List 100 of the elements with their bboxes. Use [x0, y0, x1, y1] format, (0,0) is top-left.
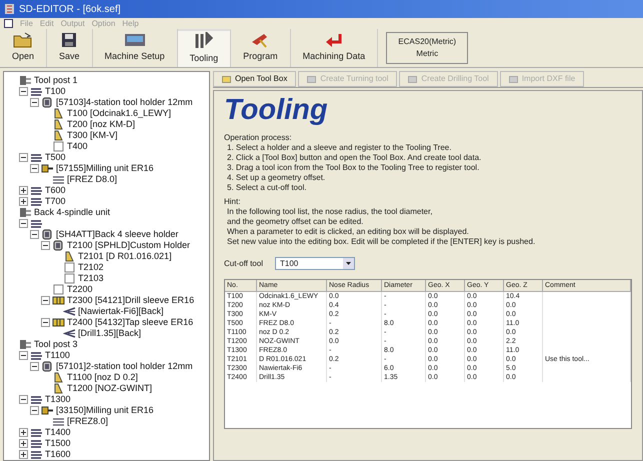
- section-title: Operation process:: [224, 133, 293, 143]
- collapse-toggle[interactable]: [41, 296, 50, 305]
- tree-item[interactable]: T500: [45, 152, 66, 163]
- toolbar-button[interactable]: Machining Data: [290, 29, 378, 67]
- expand-toggle[interactable]: [19, 450, 28, 459]
- collapse-toggle[interactable]: [41, 318, 50, 327]
- station-icon: [30, 449, 43, 460]
- expand-toggle[interactable]: [19, 439, 28, 448]
- tree-item[interactable]: Back 4-spindle unit: [34, 207, 110, 218]
- expand-toggle[interactable]: [19, 428, 28, 437]
- turning-tool-icon: [63, 251, 76, 262]
- machine-units: Metric: [416, 48, 438, 60]
- tree-item[interactable]: T100: [45, 86, 66, 97]
- sleeve-icon: [52, 317, 65, 328]
- station-icon: [30, 152, 43, 163]
- tree-item[interactable]: T2400 [54132]Tap sleeve ER16: [67, 317, 194, 328]
- minus-icon: [43, 320, 48, 325]
- turning-tool-icon: [52, 119, 65, 130]
- tree-item[interactable]: [SH4ATT]Back 4 sleeve holder: [56, 229, 178, 240]
- plus-icon: [21, 188, 26, 193]
- empty-slot-icon: [63, 273, 76, 284]
- tree-item[interactable]: T2300 [54121]Drill sleeve ER16: [67, 295, 194, 306]
- tree-item[interactable]: T400: [67, 141, 88, 152]
- collapse-toggle[interactable]: [41, 241, 50, 250]
- drill-icon: [63, 328, 76, 339]
- tree-item[interactable]: Tool post 1: [34, 75, 78, 86]
- tree-item[interactable]: [57103]4-station tool holder 12mm: [56, 97, 193, 108]
- tree-item[interactable]: T1300: [45, 394, 71, 405]
- tree-item[interactable]: T1200 [NOZ-GWINT]: [67, 383, 152, 394]
- tree-item[interactable]: T2102: [78, 262, 104, 273]
- tree-item[interactable]: T2200: [67, 284, 93, 295]
- end-mill-icon: [52, 174, 65, 185]
- minus-icon: [21, 89, 26, 94]
- tree-item[interactable]: [Nawiertak-Fi6][Back]: [78, 306, 164, 317]
- tree-item[interactable]: T2103: [78, 273, 104, 284]
- tool-button[interactable]: Open Tool Box: [213, 71, 296, 87]
- end-mill-icon: [52, 416, 65, 427]
- plus-icon: [21, 452, 26, 457]
- plus-icon: [21, 441, 26, 446]
- tree-item[interactable]: T600: [45, 185, 66, 196]
- collapse-toggle[interactable]: [19, 153, 28, 162]
- collapse-toggle[interactable]: [30, 362, 39, 371]
- tree-item[interactable]: T300 [KM-V]: [67, 130, 118, 141]
- tree-item[interactable]: [33150]Milling unit ER16: [56, 405, 154, 416]
- hint-text: In the following tool list, the nose radius, the tool diameter,: [226, 207, 434, 217]
- toolbar-button[interactable]: Machine Setup: [92, 29, 178, 67]
- folder-icon: [13, 32, 34, 48]
- cutoff-dropdown[interactable]: T100: [274, 257, 355, 270]
- collapse-toggle[interactable]: [19, 351, 28, 360]
- holder-icon: [41, 97, 54, 108]
- toolbar-button[interactable]: Tooling: [178, 29, 232, 67]
- collapse-toggle[interactable]: [19, 395, 28, 404]
- collapse-toggle[interactable]: [19, 219, 28, 228]
- tree-item[interactable]: [FREZ8.0]: [67, 416, 108, 427]
- tree-item[interactable]: [Drill1.35][Back]: [78, 328, 142, 339]
- tree-item[interactable]: T1400: [45, 427, 71, 438]
- milling-unit-icon: [41, 163, 54, 174]
- step-text: 5. Select a cut-off tool.: [226, 183, 308, 193]
- station-icon: [30, 427, 43, 438]
- tree-item[interactable]: Tool post 3: [34, 339, 78, 350]
- collapse-toggle[interactable]: [30, 164, 39, 173]
- tree-item[interactable]: T1600: [45, 449, 71, 460]
- toolbar-button[interactable]: Open: [0, 29, 48, 67]
- minus-icon: [43, 243, 48, 248]
- collapse-toggle[interactable]: [30, 230, 39, 239]
- turning-tool-icon: [52, 372, 65, 383]
- tree-item[interactable]: T1500: [45, 438, 71, 449]
- station-icon: [30, 438, 43, 449]
- tree-item[interactable]: [57155]Milling unit ER16: [56, 163, 154, 174]
- station-icon: [30, 394, 43, 405]
- tree-item[interactable]: [57101]2-station tool holder 12mm: [56, 361, 193, 372]
- collapse-toggle[interactable]: [30, 406, 39, 415]
- tree-item[interactable]: T2101 [D R01.016.021]: [78, 251, 172, 262]
- tree-item[interactable]: T1100 [noz D 0.2]: [67, 372, 138, 383]
- collapse-toggle[interactable]: [19, 87, 28, 96]
- tree-item[interactable]: T1100: [45, 350, 70, 361]
- minus-icon: [32, 232, 37, 237]
- tree-item[interactable]: [FREZ D8.0]: [67, 174, 118, 185]
- minus-icon: [21, 353, 26, 358]
- toolbar-button[interactable]: Save: [47, 29, 93, 67]
- minus-icon: [32, 364, 37, 369]
- collapse-toggle[interactable]: [30, 98, 39, 107]
- station-icon: [30, 350, 43, 361]
- field-label: Cut-off tool: [224, 258, 263, 270]
- drill-icon: [63, 306, 76, 317]
- station-icon: [30, 196, 43, 207]
- folder-icon: [508, 75, 518, 83]
- turning-tool-icon: [52, 383, 65, 394]
- page-heading: Tooling: [224, 93, 329, 127]
- tree-item[interactable]: T100 [Odcinak1.6_LEWY]: [67, 108, 172, 119]
- holder-icon: [52, 240, 65, 251]
- toolbar-button[interactable]: Program: [231, 29, 291, 67]
- tree-item[interactable]: T700: [45, 196, 66, 207]
- turning-tool-icon: [52, 108, 65, 119]
- tree-item[interactable]: T200 [noz KM-D]: [67, 119, 136, 130]
- tree-item[interactable]: T2100 [SPHLD]Custom Holder: [67, 240, 190, 251]
- document-icon: [4, 19, 13, 28]
- sleeve-icon: [52, 295, 65, 306]
- expand-toggle[interactable]: [19, 186, 28, 195]
- expand-toggle[interactable]: [19, 197, 28, 206]
